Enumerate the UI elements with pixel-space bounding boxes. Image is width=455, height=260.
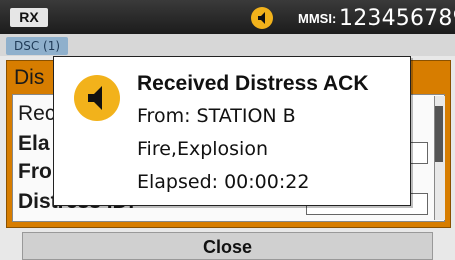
status-bar: RX MMSI: 123456789	[0, 0, 455, 34]
rx-badge: RX	[10, 8, 48, 27]
dialog-title: Received Distress ACK	[137, 72, 369, 95]
scrollbar-thumb[interactable]	[435, 106, 443, 162]
background-row: Fro	[18, 160, 52, 183]
close-button[interactable]: Close	[22, 232, 433, 260]
mmsi-value: 123456789	[339, 6, 455, 31]
radio-screen: RX MMSI: 123456789 DSC (1) Dis Rec Ela F…	[0, 0, 455, 260]
background-row: Rec	[18, 102, 56, 125]
dialog-nature: Fire,Explosion	[137, 138, 269, 160]
background-row: Ela	[18, 132, 50, 155]
speaker-icon	[74, 75, 120, 121]
tab-bar	[0, 34, 455, 56]
tab-dsc[interactable]: DSC (1)	[6, 37, 68, 55]
background-panel-title: Dis	[14, 66, 45, 89]
dialog-elapsed: Elapsed: 00:00:22	[137, 171, 310, 193]
dialog-from: From: STATION B	[137, 105, 296, 127]
mmsi-label: MMSI:	[298, 11, 337, 26]
speaker-icon	[251, 7, 273, 29]
